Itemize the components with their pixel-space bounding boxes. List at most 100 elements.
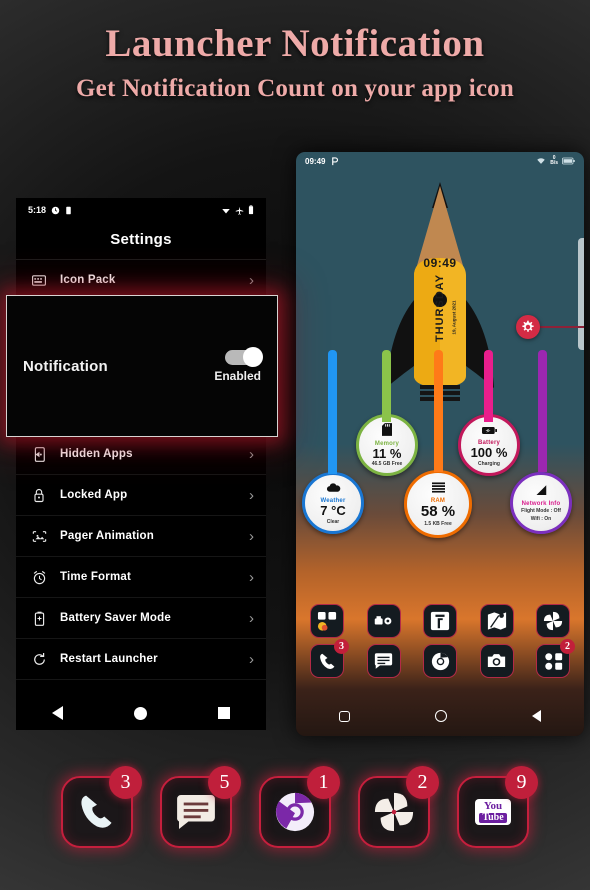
badge-count: 1	[307, 766, 340, 799]
clock-icon	[51, 206, 60, 214]
wifi-icon	[222, 208, 230, 213]
widget-battery-sub: Charging	[478, 460, 500, 467]
notification-toggle[interactable]	[225, 347, 263, 367]
recents-icon[interactable]	[218, 707, 231, 719]
battery-icon	[562, 157, 575, 165]
settings-row-label: Time Format	[60, 571, 132, 583]
page-title: Launcher Notification	[105, 22, 485, 65]
home-icon[interactable]	[133, 706, 147, 720]
widget-ram[interactable]: RAM 58 % 1.5 KB Free	[404, 470, 472, 538]
battery-saver-icon	[28, 611, 50, 626]
badge-count: 3	[334, 639, 349, 654]
widget-memory[interactable]: Memory 11 % 46.5 GB Free	[356, 414, 418, 476]
clock-widget-date: 19, August 2021	[451, 300, 457, 335]
notification-setting-card[interactable]: Notification Enabled	[6, 295, 278, 437]
status-time: 5:18	[28, 205, 47, 215]
settings-row-time-format[interactable]: Time Format ›	[16, 557, 266, 598]
clock-widget-day: THURSDAY	[434, 273, 446, 343]
youtube-text-bottom: Tube	[479, 813, 507, 823]
widget-battery[interactable]: Battery 100 % Charging	[458, 414, 520, 476]
settings-row-battery-saver[interactable]: Battery Saver Mode ›	[16, 598, 266, 639]
widget-network-sub-1: Flight Mode : Off	[521, 508, 561, 515]
app-tile-folder-apps[interactable]	[310, 604, 344, 638]
showcase-item-youtube[interactable]: You Tube 9	[457, 766, 538, 848]
home-status-bar: 09:49 0 B/s	[296, 152, 584, 170]
showcase-item-photos[interactable]: 2	[358, 766, 439, 848]
settings-row-label: Pager Animation	[60, 530, 154, 542]
app-tile-messages[interactable]	[366, 644, 401, 678]
chevron-right-icon: ›	[249, 445, 254, 463]
widget-memory-value: 11 %	[372, 445, 402, 461]
widget-weather[interactable]: Weather 7 °C Clear	[302, 472, 364, 534]
widget-weather-sub: Clear	[326, 518, 340, 525]
image-icon	[28, 530, 50, 543]
app-tile-app-drawer[interactable]: 2	[536, 639, 575, 678]
keyboard-icon	[28, 274, 50, 286]
settings-row-restart-launcher[interactable]: Restart Launcher ›	[16, 639, 266, 680]
widget-pipe-weather	[328, 350, 337, 474]
settings-row-label: Hidden Apps	[60, 448, 133, 460]
youtube-text-top: You	[483, 800, 503, 812]
settings-row-hidden-apps[interactable]: Hidden Apps ›	[16, 434, 266, 475]
dock-row-bottom: 3 2	[310, 639, 575, 678]
settings-screen-title: Settings	[16, 222, 266, 260]
settings-row-pager-animation[interactable]: Pager Animation ›	[16, 516, 266, 557]
home-icon[interactable]	[434, 710, 447, 722]
chevron-right-icon: ›	[249, 568, 254, 586]
home-nav-bar	[296, 696, 584, 736]
data-rate-unit: B/s	[550, 160, 558, 166]
chevron-right-icon: ›	[249, 527, 254, 545]
gear-icon[interactable]	[516, 315, 540, 339]
settings-row-label: Restart Launcher	[60, 653, 158, 665]
alarm-icon	[28, 570, 50, 585]
widget-pipe-memory	[382, 350, 391, 422]
sim-icon	[66, 206, 71, 214]
badge-count: 2	[560, 639, 575, 654]
settings-row-label: Icon Pack	[60, 274, 116, 286]
lock-icon	[28, 488, 50, 503]
chevron-right-icon: ›	[249, 271, 254, 289]
page-subtitle: Get Notification Count on your app icon	[76, 74, 514, 102]
gear-connector-line	[538, 326, 584, 328]
chevron-right-icon: ›	[249, 650, 254, 668]
widget-cluster: Memory 11 % 46.5 GB Free Battery 100 % C…	[296, 350, 584, 546]
app-tile-photos-pinwheel[interactable]	[536, 604, 570, 638]
widget-battery-value: 100 %	[470, 445, 508, 461]
back-icon[interactable]	[532, 710, 542, 722]
notification-setting-label: Notification	[23, 357, 108, 375]
widget-network-info[interactable]: Network Info Flight Mode : Off Wifi : On	[510, 472, 572, 534]
settings-row-label: Locked App	[60, 489, 128, 501]
settings-row-label: Battery Saver Mode	[60, 612, 171, 624]
showcase-item-phone[interactable]: 3	[61, 766, 142, 848]
widget-ram-sub: 1.5 KB Free	[424, 520, 452, 527]
showcase-item-chrome[interactable]: 1	[259, 766, 340, 848]
airplane-icon	[235, 206, 244, 215]
edge-panel-handle[interactable]	[578, 238, 584, 350]
home-screen-screenshot: 09:49 0 B/s 09:49 THURSDAY 19, August 20…	[296, 152, 584, 736]
app-tile-chrome[interactable]	[423, 644, 457, 678]
settings-screenshot: 5:18 Settings Icon Pack › Hidden Apps › …	[16, 198, 266, 730]
widget-weather-value: 7 °C	[320, 503, 346, 519]
app-tile-maps[interactable]	[479, 604, 514, 638]
widget-memory-sub: 46.5 GB Free	[371, 461, 403, 468]
app-tile-camera[interactable]	[479, 644, 514, 678]
dock-row-top	[310, 604, 570, 638]
app-tile-folder-tools[interactable]	[366, 604, 401, 638]
battery-icon	[248, 205, 254, 215]
recents-icon[interactable]	[338, 710, 350, 722]
back-icon[interactable]	[51, 706, 63, 720]
restart-icon	[28, 652, 50, 667]
parking-p-icon	[332, 156, 339, 165]
app-tile-phone[interactable]: 3	[310, 639, 349, 678]
badge-count: 9	[505, 766, 538, 799]
settings-row-locked-app[interactable]: Locked App ›	[16, 475, 266, 516]
chevron-right-icon: ›	[249, 609, 254, 627]
widget-pipe-battery	[484, 350, 493, 422]
signal-icon	[535, 484, 547, 500]
page-header: Launcher Notification Get Notification C…	[0, 22, 590, 103]
settings-status-bar: 5:18	[16, 198, 266, 222]
showcase-item-messages[interactable]: 5	[160, 766, 241, 848]
hidden-apps-icon	[28, 446, 50, 462]
app-tile-flipkart[interactable]	[423, 604, 457, 638]
list-icon	[431, 481, 445, 497]
